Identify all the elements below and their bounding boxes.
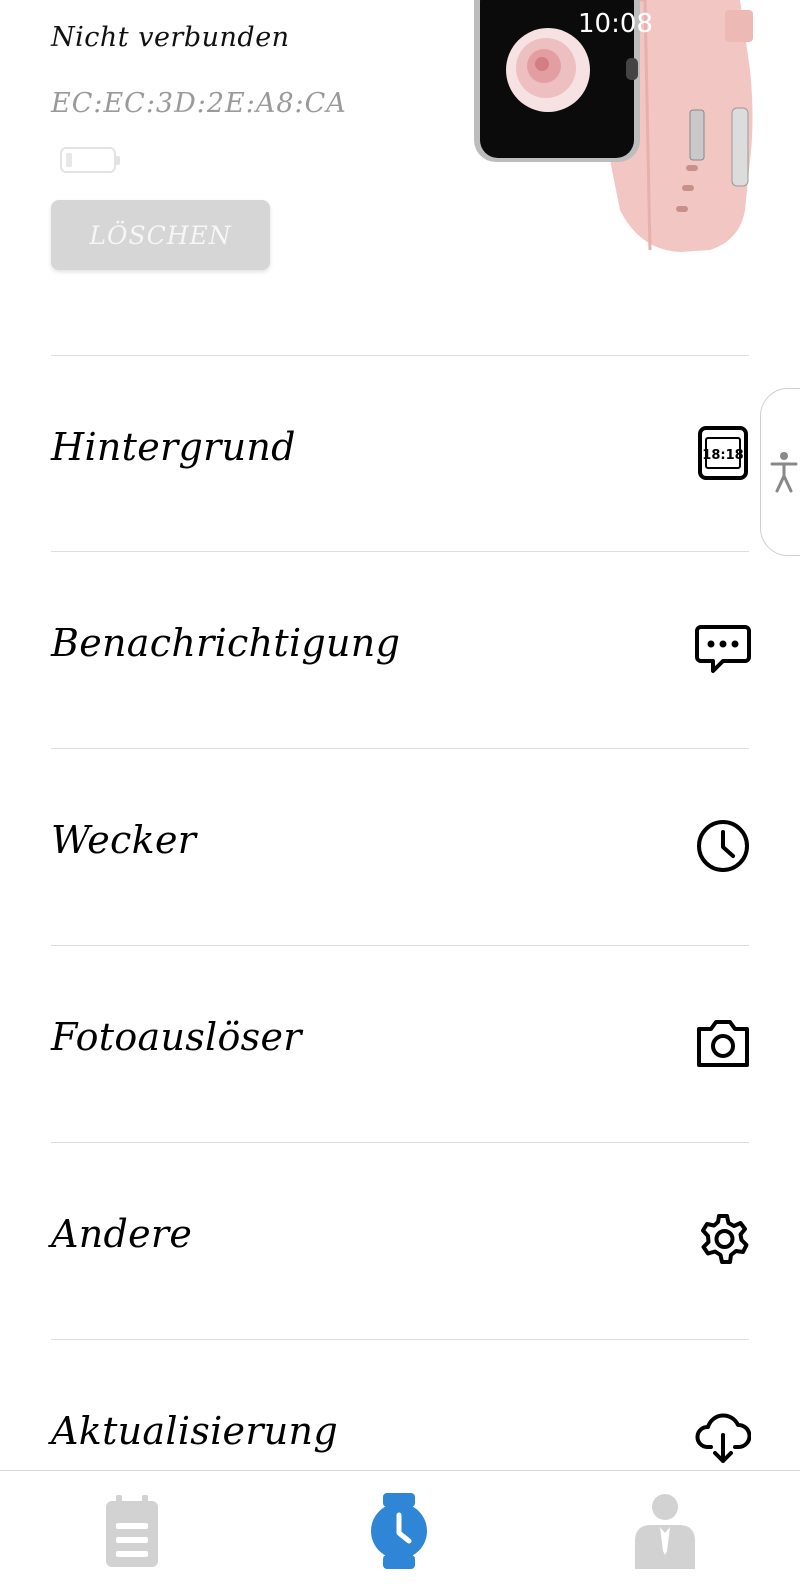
accessibility-icon (770, 452, 798, 493)
menu-item-aktualisierung[interactable]: Aktualisierung (0, 1339, 800, 1470)
clock-icon (697, 820, 749, 872)
menu-item-fotoausloeser[interactable]: Fotoauslöser (0, 945, 800, 1141)
menu-item-label: Wecker (51, 818, 197, 862)
accessibility-button[interactable] (760, 388, 800, 556)
menu-item-label: Aktualisierung (51, 1409, 338, 1453)
camera-icon (697, 1020, 749, 1067)
gear-icon (701, 1214, 749, 1264)
watch-icon[interactable] (363, 1491, 435, 1571)
battery-icon (60, 147, 120, 173)
menu-item-hintergrund[interactable]: Hintergrund 18:18 (0, 355, 800, 551)
menu-item-andere[interactable]: Andere (0, 1142, 800, 1338)
user-icon[interactable] (629, 1491, 701, 1571)
watch-image: 10:08 (474, 0, 753, 252)
chat-bubble-icon (695, 625, 751, 673)
device-mac-address: EC:EC:3D:2E:A8:CA (51, 88, 347, 119)
cloud-download-icon (695, 1413, 751, 1463)
menu-item-label: Benachrichtigung (51, 621, 401, 665)
watch-time: 10:08 (578, 9, 653, 39)
menu-item-wecker[interactable]: Wecker (0, 748, 800, 944)
menu-item-label: Fotoauslöser (51, 1015, 302, 1059)
menu-item-benachrichtigung[interactable]: Benachrichtigung (0, 551, 800, 747)
delete-button[interactable]: LÖSCHEN (51, 200, 270, 270)
clipboard-icon[interactable] (96, 1491, 168, 1571)
menu-item-label: Hintergrund (51, 425, 296, 469)
bottom-navigation (0, 1470, 800, 1593)
watchface-icon: 18:18 (698, 426, 748, 480)
svg-text:18:18: 18:18 (702, 448, 743, 463)
connection-status: Nicht verbunden (51, 22, 290, 53)
menu-item-label: Andere (51, 1212, 193, 1256)
